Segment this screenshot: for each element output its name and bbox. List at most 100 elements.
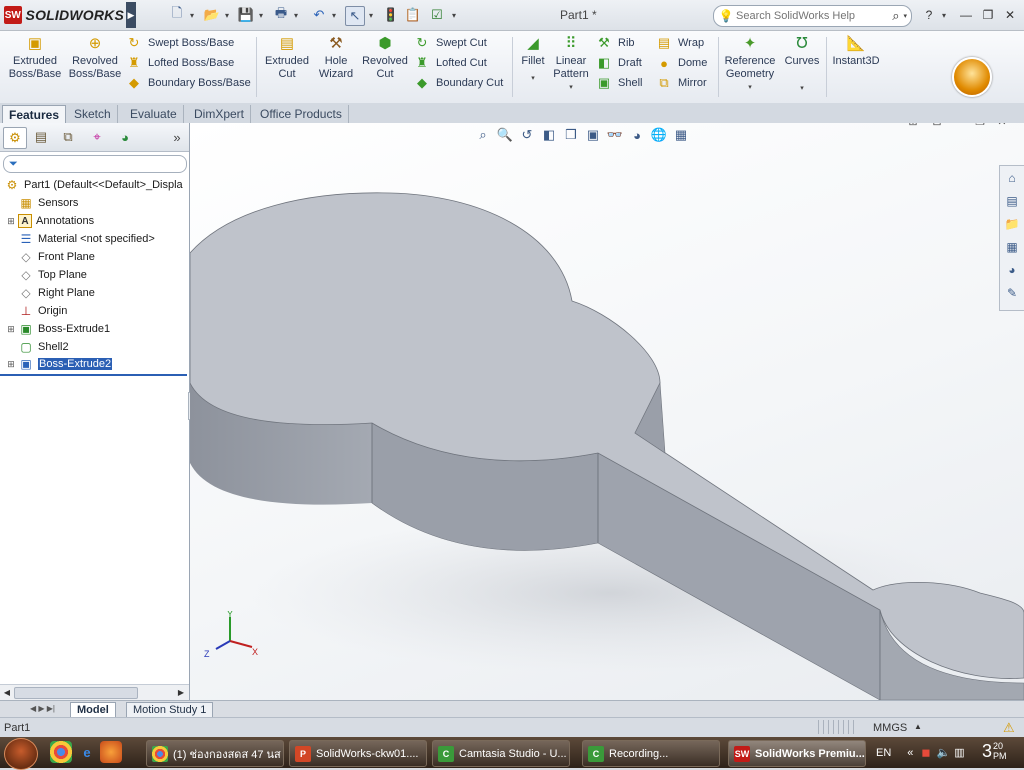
hole-wizard-button[interactable]: ⚒ Hole Wizard xyxy=(314,33,358,81)
network-icon[interactable]: ▥ xyxy=(954,746,964,759)
hide-show-items-icon[interactable]: 👓 xyxy=(604,126,626,144)
app-logo[interactable]: SW SOLIDWORKS xyxy=(4,5,124,25)
minimize-icon[interactable]: — xyxy=(957,7,975,23)
tree-item-material[interactable]: ☰ Material <not specified> xyxy=(0,230,155,248)
feature-manager-tab-icon[interactable]: ⚙ xyxy=(3,127,27,149)
boundary-boss-button[interactable]: ◆ Boundary Boss/Base xyxy=(126,73,251,93)
new-document-icon[interactable]: 🗋 xyxy=(168,5,186,24)
scroll-right-icon[interactable]: ▶ xyxy=(175,686,187,698)
zoom-to-fit-icon[interactable]: ⌕ xyxy=(472,126,494,144)
revolved-cut-button[interactable]: ⬢ Revolved Cut xyxy=(360,33,410,81)
tree-item-front-plane[interactable]: ◇ Front Plane xyxy=(0,248,95,266)
options-dropdown[interactable]: ▾ xyxy=(450,6,458,24)
expand-icon[interactable]: ⊞ xyxy=(6,359,16,370)
save-dropdown[interactable]: ▾ xyxy=(257,6,265,24)
scroll-thumb[interactable] xyxy=(14,687,138,699)
rib-button[interactable]: ⚒ Rib xyxy=(596,33,642,53)
zoom-to-area-icon[interactable]: 🔍 xyxy=(494,126,516,144)
select-icon[interactable]: ↖ xyxy=(345,6,365,26)
taskbar-item-solidworks[interactable]: SW SolidWorks Premiu... xyxy=(728,740,866,767)
swept-cut-button[interactable]: ↻ Swept Cut xyxy=(414,33,503,53)
view-orientation-icon[interactable]: ❒ xyxy=(560,126,582,144)
viewport-tile-icon[interactable]: ⊞ xyxy=(903,123,923,129)
clock[interactable]: 3 20 PM xyxy=(982,741,1007,762)
draft-button[interactable]: ◧ Draft xyxy=(596,53,642,73)
taskbar-item-powerpoint[interactable]: P SolidWorks-ckw01.... xyxy=(289,740,427,767)
print-dropdown[interactable]: ▾ xyxy=(292,6,300,24)
taskbar-item-recording[interactable]: C Recording... xyxy=(582,740,720,767)
fillet-dropdown[interactable]: ▾ xyxy=(531,72,535,85)
tree-item-shell2[interactable]: ▢ Shell2 xyxy=(0,338,68,356)
tree-item-top-plane[interactable]: ◇ Top Plane xyxy=(0,266,87,284)
section-view-icon[interactable]: ◧ xyxy=(538,126,560,144)
solidworks-resources-tab-icon[interactable]: ⌂ xyxy=(1001,167,1023,189)
tree-item-sensors[interactable]: ▦ Sensors xyxy=(0,194,78,212)
open-icon[interactable]: 📂 xyxy=(203,6,221,24)
expand-icon[interactable]: ⊞ xyxy=(6,324,16,335)
viewport-minimize-icon[interactable]: — xyxy=(948,123,968,129)
swept-boss-button[interactable]: ↻ Swept Boss/Base xyxy=(126,33,251,53)
tab-motion-study-1[interactable]: Motion Study 1 xyxy=(126,702,214,718)
shell-button[interactable]: ▣ Shell xyxy=(596,73,643,93)
tab-office-products[interactable]: Office Products xyxy=(254,105,349,123)
chrome-icon[interactable] xyxy=(50,741,72,763)
graphics-area[interactable]: ⌕ 🔍 ↺ ◧ ❒ ▣ 👓 ◕ 🌐 ▦ ⊞ ⊟ — ❐ ✕ ⌂ ▤ 📁 ▦ ◕ … xyxy=(190,123,1024,700)
new-dropdown[interactable]: ▾ xyxy=(188,6,196,24)
model-geometry[interactable] xyxy=(190,123,1024,700)
tree-item-annotations[interactable]: ⊞ A Annotations xyxy=(0,212,94,230)
taskbar-item-camtasia[interactable]: C Camtasia Studio - U... xyxy=(432,740,570,767)
viewport-split-icon[interactable]: ⊟ xyxy=(927,123,947,129)
previous-view-icon[interactable]: ↺ xyxy=(516,126,538,144)
appearances-tab-icon[interactable]: ◕ xyxy=(1001,259,1023,281)
tree-horizontal-scrollbar[interactable]: ◀ ▶ xyxy=(0,684,189,700)
expand-icon[interactable]: ⊞ xyxy=(6,216,16,227)
display-style-icon[interactable]: ▣ xyxy=(582,126,604,144)
revolved-boss-button[interactable]: ⊕ Revolved Boss/Base xyxy=(68,33,122,81)
display-manager-tab-icon[interactable]: ◕ xyxy=(114,127,136,147)
tab-scroll-arrows[interactable]: ◀ ▶ ▶| xyxy=(30,704,60,713)
tab-features[interactable]: Features xyxy=(2,105,67,124)
lofted-boss-button[interactable]: ♜ Lofted Boss/Base xyxy=(126,53,251,73)
open-dropdown[interactable]: ▾ xyxy=(223,6,231,24)
internet-explorer-icon[interactable]: e xyxy=(76,741,98,763)
options-icon[interactable]: ☑ xyxy=(428,6,446,24)
volume-icon[interactable]: 🔈 xyxy=(937,746,951,759)
viewport-restore-icon[interactable]: ❐ xyxy=(970,123,990,129)
units-dropdown-icon[interactable]: ▲ xyxy=(914,722,922,731)
tree-item-right-plane[interactable]: ◇ Right Plane xyxy=(0,284,95,302)
close-icon[interactable]: ✕ xyxy=(1001,7,1019,23)
edit-appearance-icon[interactable]: ◕ xyxy=(626,126,648,144)
lofted-cut-button[interactable]: ♜ Lofted Cut xyxy=(414,53,503,73)
firefox-icon[interactable] xyxy=(100,741,122,763)
design-library-tab-icon[interactable]: ▤ xyxy=(1001,190,1023,212)
search-icon[interactable]: ⌕ xyxy=(892,8,899,24)
boundary-cut-button[interactable]: ◆ Boundary Cut xyxy=(414,73,503,93)
view-palette-tab-icon[interactable]: ▦ xyxy=(1001,236,1023,258)
tray-expand-icon[interactable]: « xyxy=(907,747,913,759)
rebuild-status-icon[interactable]: ⚠ xyxy=(1003,720,1015,736)
custom-properties-tab-icon[interactable]: ✎ xyxy=(1001,282,1023,304)
scroll-left-icon[interactable]: ◀ xyxy=(1,686,13,698)
undo-dropdown[interactable]: ▾ xyxy=(330,6,338,24)
language-indicator[interactable]: EN xyxy=(876,747,891,759)
solidworks-resources-icon[interactable] xyxy=(952,57,992,97)
help-search-box[interactable]: 💡 ⌕ ▾ xyxy=(713,5,912,27)
tree-item-boss-extrude2[interactable]: ⊞ ▣ Boss-Extrude2 xyxy=(0,355,113,373)
rollback-bar[interactable] xyxy=(0,374,187,376)
help-search-input[interactable] xyxy=(734,9,878,23)
solidworks-tray-icon[interactable]: ◼ xyxy=(921,746,930,759)
taskbar-item-chrome[interactable]: (1) ช่องกองสดส 47 นส ... xyxy=(146,740,284,767)
extruded-cut-button[interactable]: ▤ Extruded Cut xyxy=(262,33,312,81)
expand-panel-icon[interactable]: » xyxy=(166,127,188,147)
tree-item-origin[interactable]: ⊥ Origin xyxy=(0,302,68,320)
dimxpert-manager-tab-icon[interactable]: ⌖ xyxy=(86,127,108,147)
help-dropdown[interactable]: ▾ xyxy=(940,6,948,24)
help-icon[interactable]: ? xyxy=(920,7,938,23)
instant3d-button[interactable]: 📐 Instant3D xyxy=(830,33,882,68)
tab-sketch[interactable]: Sketch xyxy=(68,105,118,123)
menu-flyout-arrow[interactable]: ▶ xyxy=(126,2,136,28)
mirror-button[interactable]: ⧉ Mirror xyxy=(656,73,707,93)
restore-icon[interactable]: ❐ xyxy=(979,7,997,23)
linear-pattern-button[interactable]: ⠿ Linear Pattern ▾ xyxy=(550,33,592,94)
save-icon[interactable]: 💾 xyxy=(237,6,255,24)
